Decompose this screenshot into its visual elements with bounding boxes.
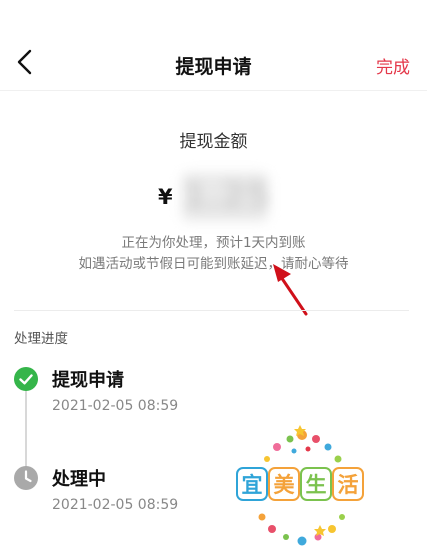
- clock-icon: [14, 466, 38, 490]
- notice-line-2: 如遇活动或节假日可能到账延迟，请耐心等待: [78, 256, 349, 272]
- navigation-bar: 提现申请 完成: [0, 0, 427, 91]
- red-arrow-annotation: [270, 262, 312, 322]
- currency-symbol: ¥: [158, 185, 173, 209]
- logo-tiles: 宜 美 生 活: [236, 467, 364, 501]
- amount-label: 提现金额: [179, 132, 248, 152]
- step-time: 2021-02-05 08:59: [52, 398, 179, 414]
- step-title: 提现申请: [52, 370, 124, 391]
- step-title: 处理中: [52, 469, 106, 490]
- page-title: 提现申请: [175, 56, 252, 78]
- processing-notice: 正在为你处理，预计1天内到账 如遇活动或节假日可能到账延迟，请耐心等待: [0, 233, 427, 275]
- check-circle-icon: [14, 367, 38, 391]
- section-divider: [14, 310, 409, 311]
- done-button[interactable]: 完成: [376, 53, 410, 78]
- progress-section-title: 处理进度: [14, 331, 68, 347]
- amount-value-blurred: 1.25: [182, 173, 271, 221]
- svg-text:活: 活: [338, 473, 359, 497]
- step-time: 2021-02-05 08:59: [52, 497, 179, 513]
- notice-line-1: 正在为你处理，预计1天内到账: [121, 235, 306, 251]
- svg-text:美: 美: [274, 473, 295, 497]
- yimei-shenghuo-watermark-logo: 宜 美 生 活: [232, 425, 367, 550]
- svg-text:宜: 宜: [242, 473, 263, 497]
- timeline-connector: [25, 390, 27, 474]
- svg-text:生: 生: [306, 473, 327, 497]
